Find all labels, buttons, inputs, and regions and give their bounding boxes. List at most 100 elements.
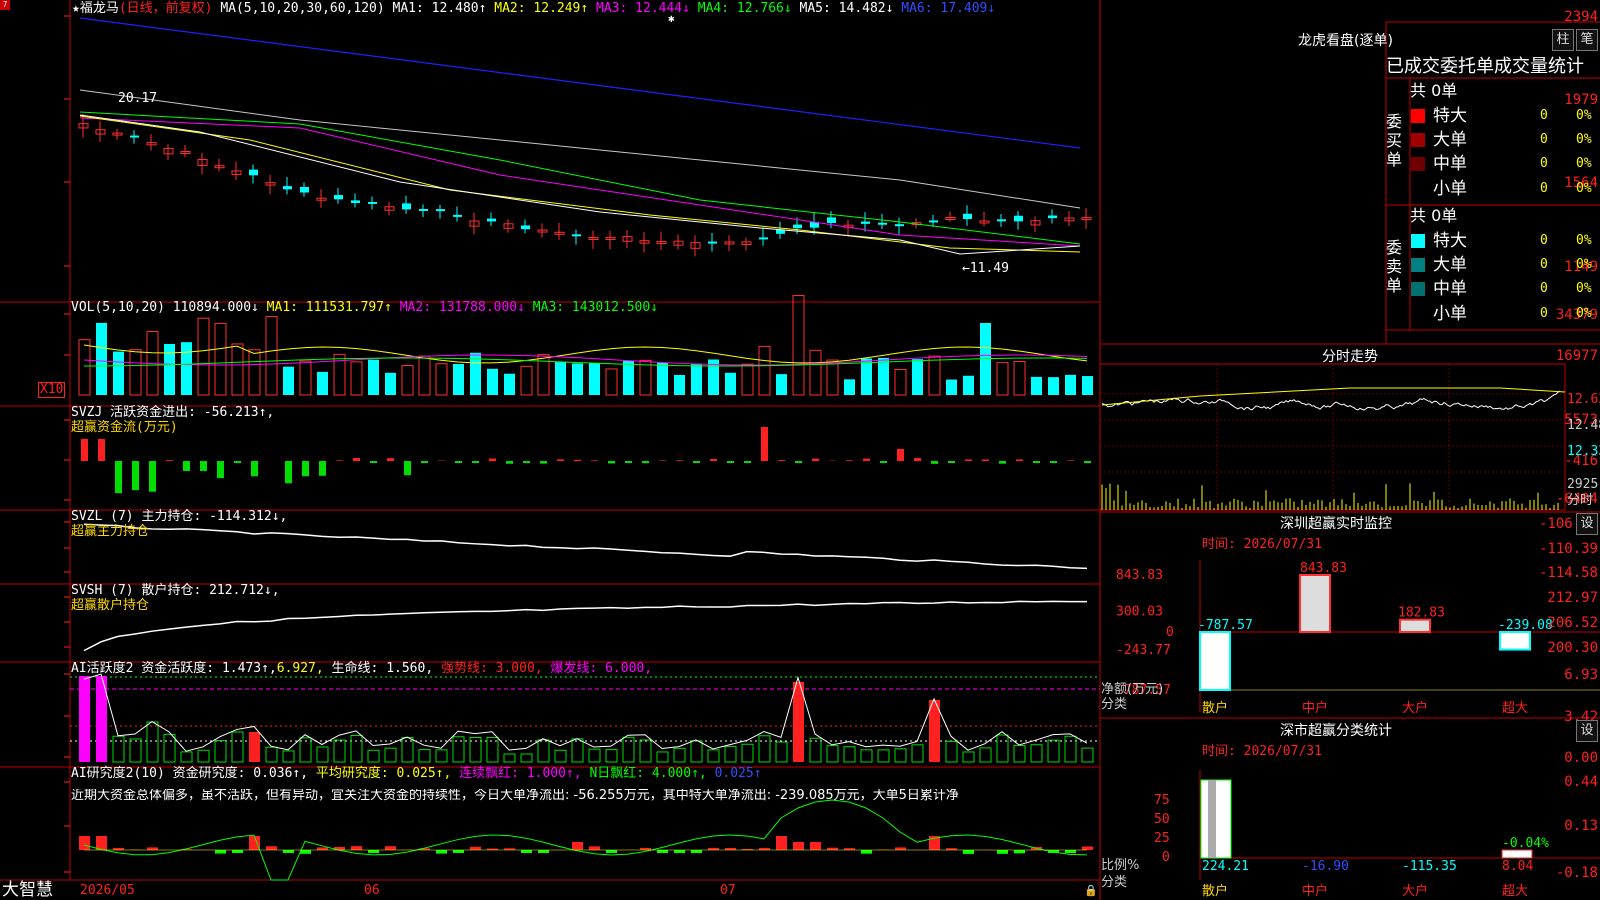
research-bar — [385, 846, 396, 850]
candle-body — [521, 225, 530, 230]
svzl-y-label: -110.39 — [1538, 541, 1598, 557]
activity-bar — [503, 753, 516, 763]
intraday-price-line — [1101, 390, 1561, 411]
buy-large-color-swatch — [1411, 133, 1425, 147]
sz-class-y-label: 75 — [1154, 793, 1170, 808]
volume-bar — [861, 358, 872, 395]
monitor-bar — [1499, 631, 1531, 651]
ma6-value: MA6: 17.409↓ — [901, 1, 996, 16]
research-bar — [759, 848, 770, 850]
svzl-title: SVZL (7) 主力持仓: -114.312↓, — [71, 509, 288, 524]
sell-super-pct: 0% — [1576, 233, 1592, 248]
period-mode[interactable]: (日线，前复权) — [119, 1, 213, 16]
research-bar — [827, 847, 838, 850]
volume-bar — [453, 363, 464, 395]
activity-bar — [316, 746, 329, 763]
intraday-y-label: 12.63 — [1567, 392, 1600, 407]
volume-bar — [265, 316, 278, 396]
ma6-line — [79, 17, 1081, 149]
fund-flow-bar — [302, 461, 309, 477]
buy-medium-color-swatch — [1411, 157, 1425, 171]
bar-view-button[interactable]: 柱 — [1552, 29, 1574, 51]
fund-flow-bar — [506, 461, 513, 464]
volume-bar — [572, 363, 583, 395]
activity-bar — [333, 739, 346, 763]
activity-bar — [622, 736, 635, 763]
research-bar — [895, 847, 906, 850]
volume-bar — [283, 366, 294, 395]
buy-small-value: 0 — [1540, 181, 1548, 196]
sz-monitor-settings-button[interactable]: 设 — [1576, 513, 1598, 535]
sell-large-value: 0 — [1540, 257, 1548, 272]
fund-flow-bar — [183, 461, 190, 471]
volume-bar — [826, 359, 839, 396]
fund-flow-bar — [489, 458, 496, 461]
date-label-jun: 06 — [364, 883, 380, 898]
activity-bar — [249, 732, 260, 762]
favorite-star-icon[interactable]: ★ — [72, 1, 80, 16]
volume-bar — [113, 351, 124, 395]
ma2-line — [79, 115, 1081, 253]
volume-bar — [809, 349, 822, 396]
monitor-category-label: 大户 — [1402, 700, 1428, 716]
svsh-subtitle: 超赢散户持仓 — [71, 598, 150, 613]
sz-monitor-title: 深圳超赢实时监控 — [1280, 516, 1392, 532]
candle-body — [759, 237, 768, 240]
tick-view-button[interactable]: 笔 — [1576, 29, 1598, 51]
sell-order-total: 共 0单 — [1410, 206, 1458, 225]
volume-bar — [605, 368, 618, 396]
monitor-y-label: 0 — [1166, 625, 1174, 640]
sell-super-value: 0 — [1540, 233, 1548, 248]
fund-flow-bar — [846, 460, 853, 461]
sz-class-settings-button[interactable]: 设 — [1576, 720, 1598, 742]
sz-class-time: 时间: 2026/07/31 — [1202, 744, 1322, 759]
vol-title-row: VOL(5,10,20) 110894.000↓ MA1: 111531.797… — [71, 300, 659, 315]
research-bar — [368, 850, 379, 853]
activity-bar — [79, 680, 90, 762]
activity-bar — [911, 744, 924, 763]
sz-class-value-large: -115.35 — [1402, 859, 1457, 874]
volume-bar — [78, 339, 91, 396]
sell-medium-label: 中单 — [1433, 279, 1467, 299]
fund-flow-bar — [710, 459, 717, 461]
ai1-y-label: 0.00 — [1564, 750, 1598, 766]
sell-small-label: 小单 — [1433, 304, 1467, 324]
fund-flow-bar — [863, 458, 870, 461]
sz-class-cat-super: 超大 — [1502, 884, 1529, 899]
fund-flow-bar — [540, 461, 547, 464]
buy-large-label: 大单 — [1433, 130, 1467, 150]
activity-bar — [214, 740, 227, 763]
fund-flow-bar — [285, 461, 292, 484]
lock-icon[interactable]: 🔒 — [1084, 884, 1098, 898]
fund-flow-bar — [1067, 460, 1074, 461]
corner-badge[interactable]: 7 — [0, 0, 10, 10]
fund-flow-bar — [744, 461, 751, 463]
fund-flow-bar — [370, 461, 377, 463]
research-bar — [351, 846, 362, 850]
intraday-y-label: 12.33 — [1567, 444, 1600, 459]
ma2-value: MA2: 12.249↑ — [494, 1, 589, 16]
activity-bar — [1047, 739, 1060, 763]
activity-bar — [673, 747, 686, 763]
volume-bar — [792, 295, 805, 396]
fund-flow-bar — [812, 458, 819, 461]
research-bar — [674, 850, 685, 853]
intraday-title: 分时走势 — [1322, 349, 1378, 365]
fund-flow-bar — [727, 461, 734, 463]
research-bar — [963, 850, 974, 854]
main-title-row: ★福龙马(日线，前复权) MA(5,10,20,30,60,120) MA1: … — [72, 2, 995, 16]
stock-name[interactable]: 福龙马 — [80, 1, 119, 16]
fund-flow-bar — [795, 461, 802, 463]
research-bar — [504, 848, 515, 850]
sz-class-y-label: 50 — [1154, 812, 1170, 827]
volume-bar — [657, 362, 668, 395]
buy-super-value: 0 — [1540, 108, 1548, 123]
research-bar — [453, 850, 464, 853]
fund-flow-bar — [217, 461, 224, 479]
sell-large-pct: 0% — [1576, 257, 1592, 272]
buy-super-color-swatch — [1411, 109, 1425, 123]
volume-bar — [214, 322, 227, 396]
candle-body — [827, 217, 836, 223]
sell-small-value: 0 — [1540, 306, 1548, 321]
svsh-y-label: 206.52 — [1547, 615, 1598, 631]
